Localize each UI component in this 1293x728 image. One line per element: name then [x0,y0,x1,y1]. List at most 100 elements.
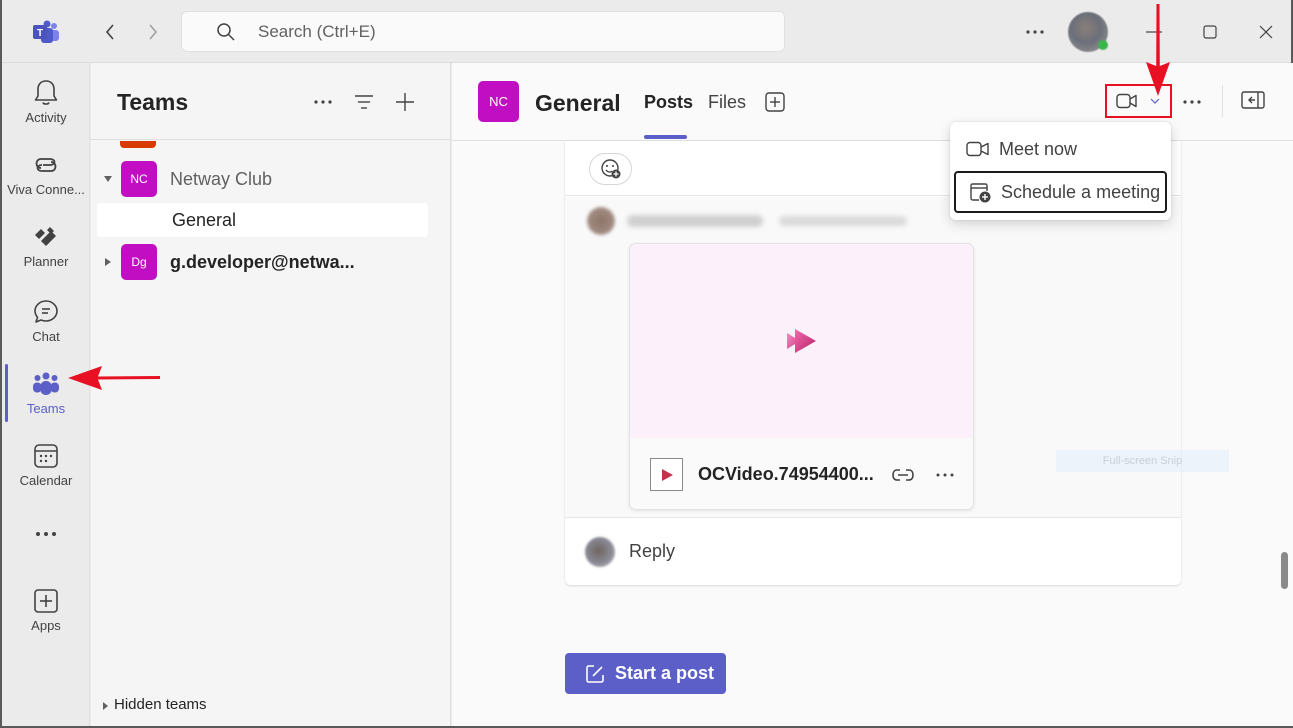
team-name: g.developer@netwa... [170,251,355,272]
svg-text:T: T [37,28,43,39]
presence-available-icon [1098,40,1108,50]
menu-item-label: Meet now [999,138,1078,159]
caret-down-icon[interactable] [99,176,117,182]
menu-item-meet-now[interactable]: Meet now [954,128,1167,170]
compose-icon [586,664,604,683]
back-button[interactable] [98,20,122,44]
create-team-button[interactable] [392,89,418,115]
rail-item-teams[interactable]: Teams [2,360,90,426]
video-camera-icon [966,137,990,161]
team-avatar-partial [120,141,156,148]
minimize-button[interactable] [1140,18,1168,46]
open-side-panel-button[interactable] [1241,90,1265,114]
author-avatar [587,207,615,235]
team-avatar: Dg [121,244,157,280]
title-bar: T [2,0,1291,63]
author-name-redacted [627,215,763,227]
menu-item-schedule-meeting[interactable]: Schedule a meeting [954,171,1167,213]
message-timestamp-redacted [779,216,907,226]
search-input[interactable] [258,21,658,42]
reply-button[interactable]: Reply [565,517,1181,585]
chat-icon [32,298,60,326]
header-divider [1222,85,1223,117]
scrollbar-thumb[interactable] [1281,552,1288,589]
team-row-g-developer[interactable]: Dg g.developer@netwa... [97,243,427,281]
plus-icon [396,93,414,111]
rail-label: Teams [26,401,66,416]
rail-item-apps[interactable]: Apps [2,577,90,643]
copy-link-button[interactable] [891,464,914,486]
teams-header: Teams [91,63,451,140]
start-post-button[interactable]: Start a post [565,653,726,694]
team-row-netway-club[interactable]: NC Netway Club [97,160,427,198]
meet-dropdown-menu: Meet now Schedule a meeting [950,122,1171,220]
meet-button[interactable] [1105,84,1172,118]
current-user-avatar [585,536,615,567]
maximize-button[interactable] [1196,18,1224,46]
planner-icon [32,223,60,251]
search-box[interactable] [181,11,785,52]
link-icon [891,468,914,481]
more-horizontal-icon [314,100,332,104]
add-tab-button[interactable] [765,92,785,112]
reply-label: Reply [629,541,676,561]
profile-avatar[interactable] [1068,12,1108,52]
rail-label: Activity [25,110,67,125]
stream-play-icon [786,329,816,353]
calendar-add-icon [968,180,992,204]
channel-title: General [535,90,621,116]
team-name: Netway Club [170,168,273,189]
more-horizontal-icon [1026,30,1044,34]
emoji-add-icon [600,159,620,179]
teams-list-pane: Teams NC Netway Club General Dg g.develo… [91,63,451,726]
attachment-file-name[interactable]: OCVideo.74954400... [698,464,874,485]
chevron-down-icon [1150,98,1160,104]
video-camera-icon [1116,93,1137,109]
attachment-more-button[interactable] [934,464,956,486]
channel-name: General [172,209,237,230]
rail-item-activity[interactable]: Activity [2,69,90,135]
message-author [587,207,907,235]
teams-pane-title: Teams [117,89,189,115]
filter-icon [355,95,373,109]
video-attachment-card[interactable]: OCVideo.74954400... [629,243,974,510]
chevron-left-icon [105,24,114,40]
teams-more-button[interactable] [310,89,336,115]
forward-button[interactable] [141,20,165,44]
close-button[interactable] [1252,18,1280,46]
start-post-label: Start a post [615,663,715,683]
add-reaction-button[interactable] [589,153,632,185]
snip-tooltip: Full-screen Snip [1056,450,1229,472]
add-tab-icon [765,92,785,112]
rail-label: Calendar [19,473,73,488]
channel-item-general[interactable]: General [97,203,428,237]
video-thumbnail[interactable] [630,244,973,438]
more-horizontal-icon [1183,100,1201,104]
side-panel-icon [1241,91,1265,109]
rail-item-more-apps[interactable] [2,510,90,554]
search-icon [217,22,235,41]
menu-item-label: Schedule a meeting [1001,181,1161,202]
chevron-right-icon [149,24,158,40]
caret-right-icon[interactable] [99,257,117,267]
rail-item-viva-connections[interactable]: Viva Conne... [2,141,90,207]
rail-label: Viva Conne... [7,182,85,197]
tab-posts[interactable]: Posts [644,92,693,113]
channel-more-button[interactable] [1179,89,1205,115]
settings-more-button[interactable] [1022,20,1048,44]
rail-label: Planner [23,254,69,269]
more-horizontal-icon [32,520,60,548]
team-avatar: NC [121,161,157,197]
close-icon [1259,25,1273,39]
rail-item-planner[interactable]: Planner [2,213,90,279]
video-file-footer: OCVideo.74954400... [630,438,973,509]
tab-files[interactable]: Files [708,92,746,113]
rail-item-calendar[interactable]: Calendar [2,432,90,498]
hidden-teams-toggle[interactable]: Hidden teams [103,693,207,715]
rail-item-chat[interactable]: Chat [2,288,90,354]
teams-filter-button[interactable] [351,89,377,115]
app-rail: Activity Viva Conne... Planner Chat Team… [2,63,90,726]
rail-label: Chat [32,329,60,344]
active-tab-indicator [644,135,687,139]
caret-right-icon [103,697,108,715]
